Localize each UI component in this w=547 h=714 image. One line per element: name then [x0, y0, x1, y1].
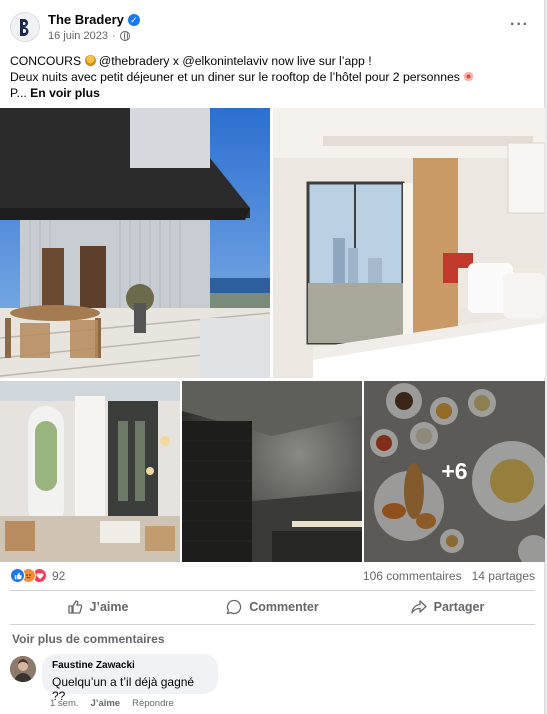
post-date[interactable]: 16 juin 2023 — [48, 30, 108, 42]
reaction-count: 92 — [52, 568, 66, 583]
post-text: CONCOURS @thebradery x @elkonintelaviv n… — [10, 53, 535, 101]
bradery-logo-icon — [20, 19, 29, 36]
more-photos-overlay[interactable]: +6 — [364, 381, 545, 562]
commenter-avatar[interactable] — [10, 656, 36, 682]
view-more-comments-link[interactable]: Voir plus de commentaires — [12, 632, 165, 646]
share-button-label: Partager — [433, 600, 485, 614]
verified-badge-icon: ✓ — [127, 13, 140, 26]
globe-icon — [119, 31, 130, 41]
trophy-emoji-icon — [84, 55, 96, 66]
like-button[interactable]: J’aime — [10, 592, 185, 622]
post-text-truncated: P... — [10, 86, 27, 100]
more-photos-count: +6 — [441, 458, 468, 484]
post-meta: 16 juin 2023 · — [48, 30, 130, 42]
three-dots-icon: ··· — [510, 16, 529, 33]
engagement-counts: 106 commentaires 14 partages — [363, 569, 535, 583]
comment-author[interactable]: Faustine Zawacki — [52, 660, 208, 671]
comment-like-link[interactable]: J’aime — [91, 698, 121, 709]
page-name[interactable]: The Bradery ✓ — [48, 12, 140, 27]
page-name-label[interactable]: The Bradery — [48, 12, 124, 27]
flower-emoji-icon — [463, 71, 475, 82]
comment-bubble: Faustine Zawacki Quelqu’un a t’il déjà g… — [42, 654, 218, 703]
photo-gallery: +6 — [0, 108, 545, 562]
post-text-mentions: @thebradery x @elkonintelaviv now live s… — [98, 54, 372, 68]
post-text-description: Deux nuits avec petit déjeuner et un din… — [10, 70, 460, 84]
shares-count-link[interactable]: 14 partages — [472, 569, 535, 583]
share-button[interactable]: Partager — [360, 592, 535, 622]
post-text-line-3: P... En voir plus — [10, 85, 535, 101]
page-avatar[interactable] — [10, 12, 40, 42]
like-button-label: J’aime — [89, 600, 129, 614]
post-stats: 92 106 commentaires 14 partages — [10, 566, 535, 586]
divider-bottom — [10, 624, 535, 625]
hammam-spa-photo[interactable] — [182, 381, 362, 562]
post-actions: J’aime Commenter Partager — [10, 592, 535, 622]
comment-button-label: Commenter — [249, 600, 319, 614]
comment-actions: 1 sem. J’aime Répondre — [50, 698, 174, 709]
restaurant-interior-photo[interactable] — [0, 381, 180, 562]
comments-count-link[interactable]: 106 commentaires — [363, 569, 462, 583]
like-icon — [10, 568, 25, 583]
comment-reply-link[interactable]: Répondre — [132, 698, 174, 709]
thumbs-up-icon — [67, 600, 82, 614]
divider-top — [10, 590, 535, 591]
reactions-summary[interactable]: 92 — [10, 568, 65, 583]
hotel-bedroom-photo[interactable] — [273, 108, 545, 378]
post-card: The Bradery ✓ 16 juin 2023 · ··· CONCOUR… — [0, 0, 545, 714]
rooftop-terrace-photo[interactable] — [0, 108, 270, 378]
post-header: The Bradery ✓ 16 juin 2023 · ··· — [0, 0, 545, 48]
comment-time[interactable]: 1 sem. — [50, 698, 79, 709]
contest-label: CONCOURS — [10, 54, 82, 68]
share-arrow-icon — [410, 600, 427, 614]
post-text-line-1: CONCOURS @thebradery x @elkonintelaviv n… — [10, 53, 535, 69]
breakfast-table-photo[interactable]: +6 — [364, 381, 545, 562]
comment-button[interactable]: Commenter — [185, 592, 360, 622]
comment-bubble-icon — [227, 599, 242, 615]
post-options-button[interactable]: ··· — [510, 16, 529, 34]
meta-separator: · — [111, 30, 116, 42]
post-text-line-2: Deux nuits avec petit déjeuner et un din… — [10, 69, 535, 85]
see-more-link[interactable]: En voir plus — [30, 86, 100, 100]
